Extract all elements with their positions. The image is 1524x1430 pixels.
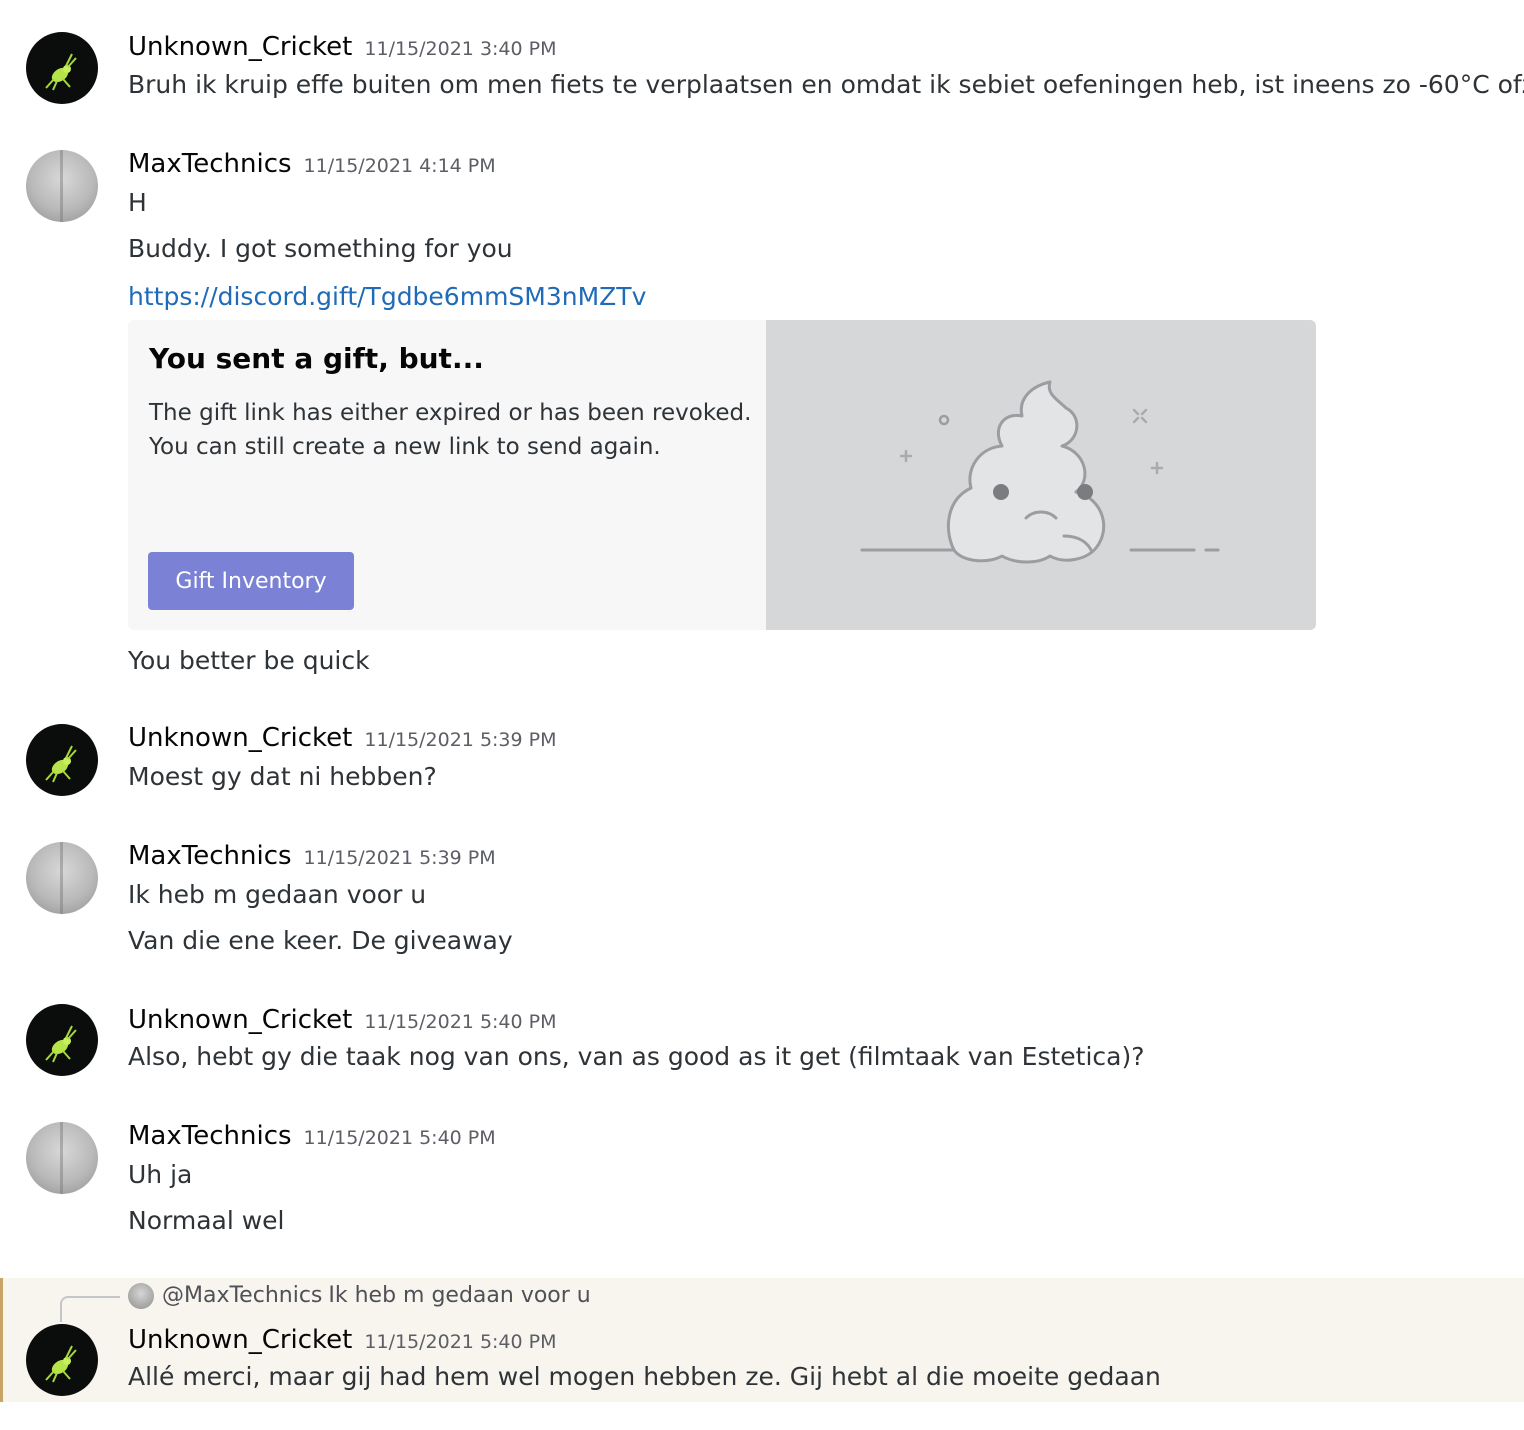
message-text: H <box>128 188 147 217</box>
message-text: Van die ene keer. De giveaway <box>128 926 513 955</box>
username[interactable]: Unknown_Cricket <box>128 32 352 62</box>
embed-description: The gift link has either expired or has … <box>149 396 759 464</box>
embed-description-line: The gift link has either expired or has … <box>149 400 752 426</box>
embed-title: You sent a gift, but... <box>149 342 484 375</box>
username[interactable]: MaxTechnics <box>128 149 292 179</box>
message-text: Moest gy dat ni hebben? <box>128 762 437 791</box>
user-avatar[interactable] <box>26 1122 98 1194</box>
message-header: MaxTechnics 11/15/2021 5:39 PM <box>128 841 496 871</box>
message-header: Unknown_Cricket 11/15/2021 3:40 PM <box>128 32 557 62</box>
user-avatar[interactable] <box>26 842 98 914</box>
timestamp: 11/15/2021 5:39 PM <box>303 847 496 869</box>
timestamp: 11/15/2021 5:40 PM <box>364 1331 557 1353</box>
cricket-icon <box>45 1345 77 1383</box>
embed-description-line: You can still create a new link to send … <box>149 434 661 460</box>
username[interactable]: Unknown_Cricket <box>128 1325 352 1355</box>
reply-avatar <box>128 1283 154 1309</box>
message-text: Normaal wel <box>128 1206 285 1235</box>
user-avatar[interactable] <box>26 1004 98 1076</box>
cricket-icon <box>45 1025 77 1063</box>
username[interactable]: MaxTechnics <box>128 1121 292 1151</box>
message-text: Bruh ik kruip effe buiten om men fiets t… <box>128 70 1524 99</box>
message-header: Unknown_Cricket 11/15/2021 5:39 PM <box>128 723 557 753</box>
timestamp: 11/15/2021 3:40 PM <box>364 38 557 60</box>
message-text: You better be quick <box>128 646 370 675</box>
message-header: MaxTechnics 11/15/2021 5:40 PM <box>128 1121 496 1151</box>
gift-embed: You sent a gift, but... The gift link ha… <box>128 320 1316 630</box>
message-text: Uh ja <box>128 1160 193 1189</box>
sad-poop-icon <box>860 380 1220 564</box>
gift-link[interactable]: https://discord.gift/Tgdbe6mmSM3nMZTv <box>128 282 646 311</box>
message-header: Unknown_Cricket 11/15/2021 5:40 PM <box>128 1325 557 1355</box>
reply-spine <box>60 1296 120 1322</box>
reply-reference[interactable]: @MaxTechnics Ik heb m gedaan voor u <box>128 1283 591 1309</box>
user-avatar[interactable] <box>26 32 98 104</box>
reply-snippet[interactable]: Ik heb m gedaan voor u <box>328 1283 590 1308</box>
timestamp: 11/15/2021 5:39 PM <box>364 729 557 751</box>
user-avatar[interactable] <box>26 724 98 796</box>
user-avatar[interactable] <box>26 150 98 222</box>
message-text: Allé merci, maar gij had hem wel mogen h… <box>128 1362 1161 1391</box>
user-avatar[interactable] <box>26 1324 98 1396</box>
message-header: Unknown_Cricket 11/15/2021 5:40 PM <box>128 1005 557 1035</box>
username[interactable]: Unknown_Cricket <box>128 1005 352 1035</box>
message-text: Also, hebt gy die taak nog van ons, van … <box>128 1042 1145 1071</box>
cricket-icon <box>45 745 77 783</box>
message-header: MaxTechnics 11/15/2021 4:14 PM <box>128 149 496 179</box>
embed-illustration <box>766 320 1316 630</box>
username[interactable]: Unknown_Cricket <box>128 723 352 753</box>
timestamp: 11/15/2021 5:40 PM <box>303 1127 496 1149</box>
timestamp: 11/15/2021 4:14 PM <box>303 155 496 177</box>
reply-mention[interactable]: @MaxTechnics <box>162 1283 322 1308</box>
message-text: Buddy. I got something for you <box>128 234 513 263</box>
username[interactable]: MaxTechnics <box>128 841 292 871</box>
highlight-bar <box>0 1278 3 1402</box>
message-text: Ik heb m gedaan voor u <box>128 880 427 909</box>
gift-inventory-button[interactable]: Gift Inventory <box>148 552 354 610</box>
cricket-icon <box>45 53 77 91</box>
timestamp: 11/15/2021 5:40 PM <box>364 1011 557 1033</box>
